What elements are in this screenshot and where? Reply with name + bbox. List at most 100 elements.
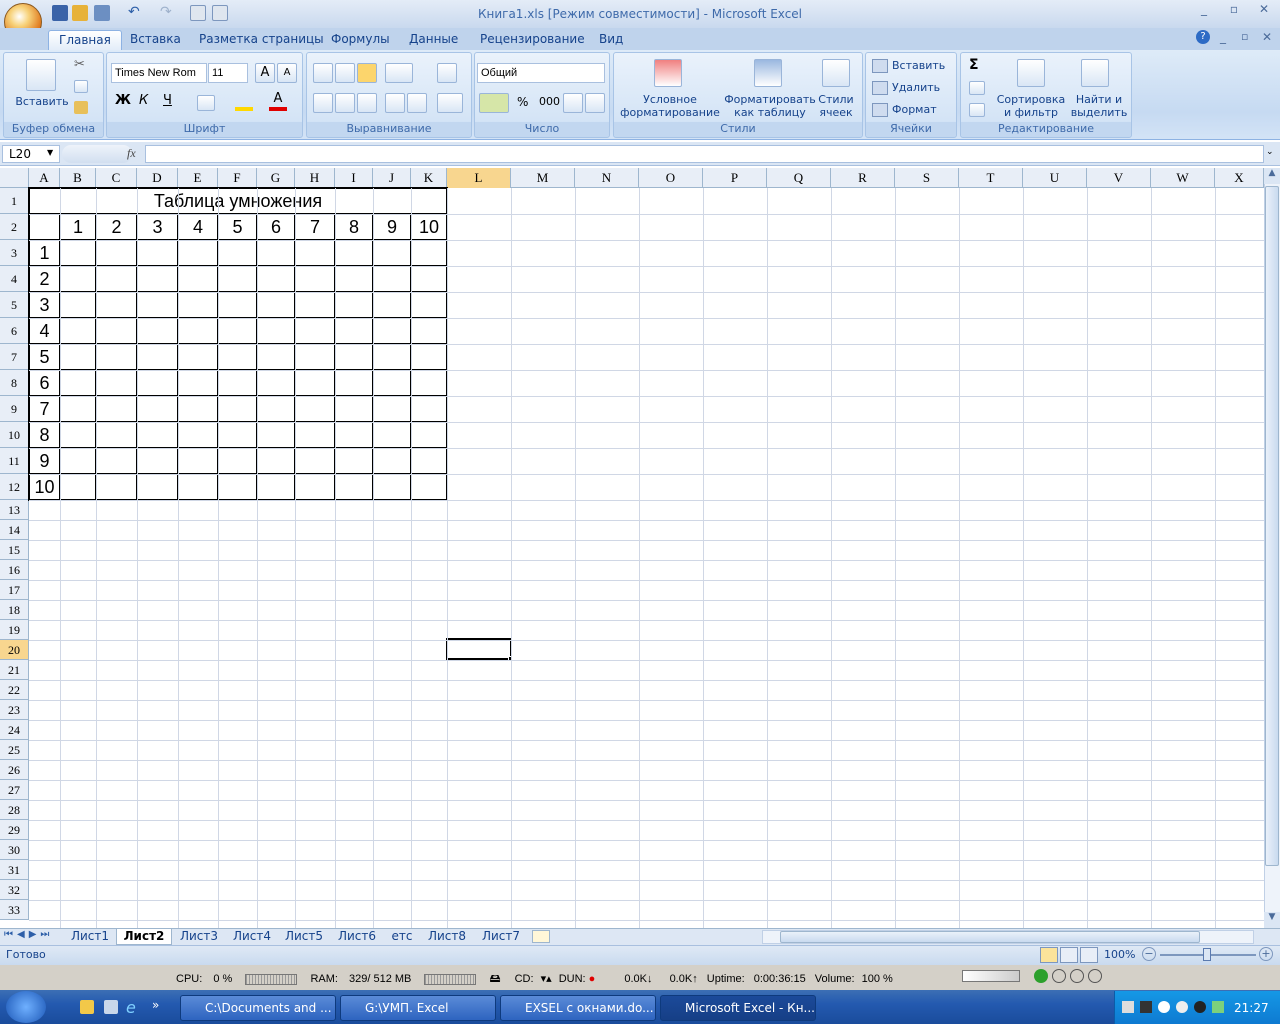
print-preview-icon[interactable] [190, 5, 206, 21]
row-header[interactable]: 26 [0, 760, 29, 780]
tab-view[interactable]: Вид [589, 30, 633, 50]
taskbar-item[interactable]: EXSEL с окнами.do... [500, 995, 656, 1021]
zoom-in-icon[interactable]: + [1259, 947, 1273, 961]
row-header[interactable]: 25 [0, 740, 29, 760]
tab-page-layout[interactable]: Разметка страницы [189, 30, 334, 50]
format-painter-icon[interactable] [74, 101, 88, 114]
row-header[interactable]: 12 [0, 474, 29, 500]
horizontal-scroll-thumb[interactable] [780, 931, 1200, 943]
scroll-down-icon[interactable]: ▼ [1264, 912, 1280, 928]
column-header[interactable]: X [1215, 168, 1264, 188]
column-header[interactable]: V [1087, 168, 1151, 188]
row-header[interactable]: 2 [0, 214, 29, 240]
zoom-out-icon[interactable]: − [1142, 947, 1156, 961]
zoom-slider-thumb[interactable] [1203, 948, 1211, 961]
volume-slider[interactable] [962, 970, 1020, 982]
tray-network-icon[interactable] [1140, 1001, 1152, 1013]
align-top-icon[interactable] [313, 63, 333, 83]
row-header[interactable]: 33 [0, 900, 29, 920]
column-header[interactable]: F [218, 168, 257, 188]
sheet-tab[interactable]: Лист7 [474, 929, 528, 945]
zoom-level[interactable]: 100% [1104, 948, 1135, 961]
doc-restore-icon[interactable]: ▫ [1241, 30, 1248, 43]
shrink-font-icon[interactable]: A [277, 63, 297, 83]
row-header[interactable]: 27 [0, 780, 29, 800]
underline-button[interactable]: Ч [163, 93, 172, 108]
sheet-tab[interactable]: Лист1 [64, 929, 116, 945]
increase-decimal-icon[interactable] [563, 93, 583, 113]
row-header[interactable]: 1 [0, 188, 29, 214]
format-cells-button[interactable]: Формат [892, 103, 937, 116]
cell-styles-button[interactable]: Стили ячеек [816, 93, 856, 119]
row-header[interactable]: 17 [0, 580, 29, 600]
tab-insert[interactable]: Вставка [120, 30, 191, 50]
fill-color-icon[interactable] [235, 95, 253, 111]
undo-icon[interactable]: ↶ [128, 4, 140, 20]
align-middle-icon[interactable] [335, 63, 355, 83]
sheet-tab[interactable]: Лист3 [172, 929, 226, 945]
row-header[interactable]: 3 [0, 240, 29, 266]
decrease-indent-icon[interactable] [385, 93, 405, 113]
tray-printer-icon[interactable] [1122, 1001, 1134, 1013]
column-header[interactable]: U [1023, 168, 1087, 188]
taskbar-item[interactable]: C:\Documents and ... [180, 995, 336, 1021]
grow-font-icon[interactable]: A [255, 63, 275, 83]
column-header[interactable]: H [295, 168, 335, 188]
tab-home[interactable]: Главная [48, 30, 122, 50]
column-header[interactable]: M [511, 168, 575, 188]
tab-data[interactable]: Данные [399, 30, 468, 50]
page-layout-view-icon[interactable] [1060, 947, 1078, 963]
align-bottom-icon[interactable] [357, 63, 377, 83]
row-header[interactable]: 23 [0, 700, 29, 720]
decrease-decimal-icon[interactable] [585, 93, 605, 113]
merge-center-icon[interactable] [437, 93, 463, 113]
normal-view-icon[interactable] [1040, 947, 1058, 963]
quicklaunch-folder-icon[interactable] [80, 1000, 94, 1014]
row-header[interactable]: 10 [0, 422, 29, 448]
sheet-tab[interactable]: Лист5 [278, 929, 330, 945]
sheet-tab[interactable]: етс [384, 929, 420, 945]
doc-minimize-icon[interactable]: _ [1220, 30, 1226, 44]
thousands-button[interactable]: 000 [539, 95, 560, 108]
align-left-icon[interactable] [313, 93, 333, 113]
row-header[interactable]: 8 [0, 370, 29, 396]
align-center-icon[interactable] [335, 93, 355, 113]
font-name-combo[interactable]: Times New Rom [111, 63, 207, 83]
row-header[interactable]: 5 [0, 292, 29, 318]
formula-input[interactable] [145, 145, 1264, 163]
page-break-view-icon[interactable] [1080, 947, 1098, 963]
tray-antivirus-icon[interactable] [1176, 1001, 1188, 1013]
row-header[interactable]: 13 [0, 500, 29, 520]
quick-print-icon[interactable] [212, 5, 228, 21]
column-header[interactable]: O [639, 168, 703, 188]
percent-button[interactable]: % [517, 95, 528, 109]
ie-icon[interactable]: e [126, 998, 136, 1017]
find-select-button[interactable]: Найти и выделить [1069, 93, 1129, 119]
increase-indent-icon[interactable] [407, 93, 427, 113]
column-header[interactable]: G [257, 168, 295, 188]
row-header[interactable]: 20 [0, 640, 29, 660]
taskbar-item-active[interactable]: Microsoft Excel - Кн... [660, 995, 816, 1021]
font-color-icon[interactable]: A [269, 91, 287, 111]
redo-icon[interactable]: ↷ [160, 4, 172, 20]
fill-icon[interactable] [969, 81, 985, 95]
row-header[interactable]: 21 [0, 660, 29, 680]
delete-cells-button[interactable]: Удалить [892, 81, 940, 94]
row-header[interactable]: 32 [0, 880, 29, 900]
row-header[interactable]: 29 [0, 820, 29, 840]
start-button[interactable] [6, 991, 46, 1023]
sheet-tab[interactable]: Лист6 [330, 929, 384, 945]
row-header[interactable]: 19 [0, 620, 29, 640]
save-icon[interactable] [52, 5, 68, 21]
tab-review[interactable]: Рецензирование [470, 30, 595, 50]
insert-cells-button[interactable]: Вставить [892, 59, 945, 72]
row-header[interactable]: 11 [0, 448, 29, 474]
italic-button[interactable]: К [139, 93, 148, 108]
number-format-combo[interactable]: Общий [477, 63, 605, 83]
sort-filter-button[interactable]: Сортировка и фильтр [995, 93, 1067, 119]
tray-usb-icon[interactable] [1212, 1001, 1224, 1013]
cut-icon[interactable]: ✂ [74, 57, 85, 72]
row-header[interactable]: 14 [0, 520, 29, 540]
clear-icon[interactable] [969, 103, 985, 117]
taskbar-item[interactable]: G:\УМП. Excel [340, 995, 496, 1021]
